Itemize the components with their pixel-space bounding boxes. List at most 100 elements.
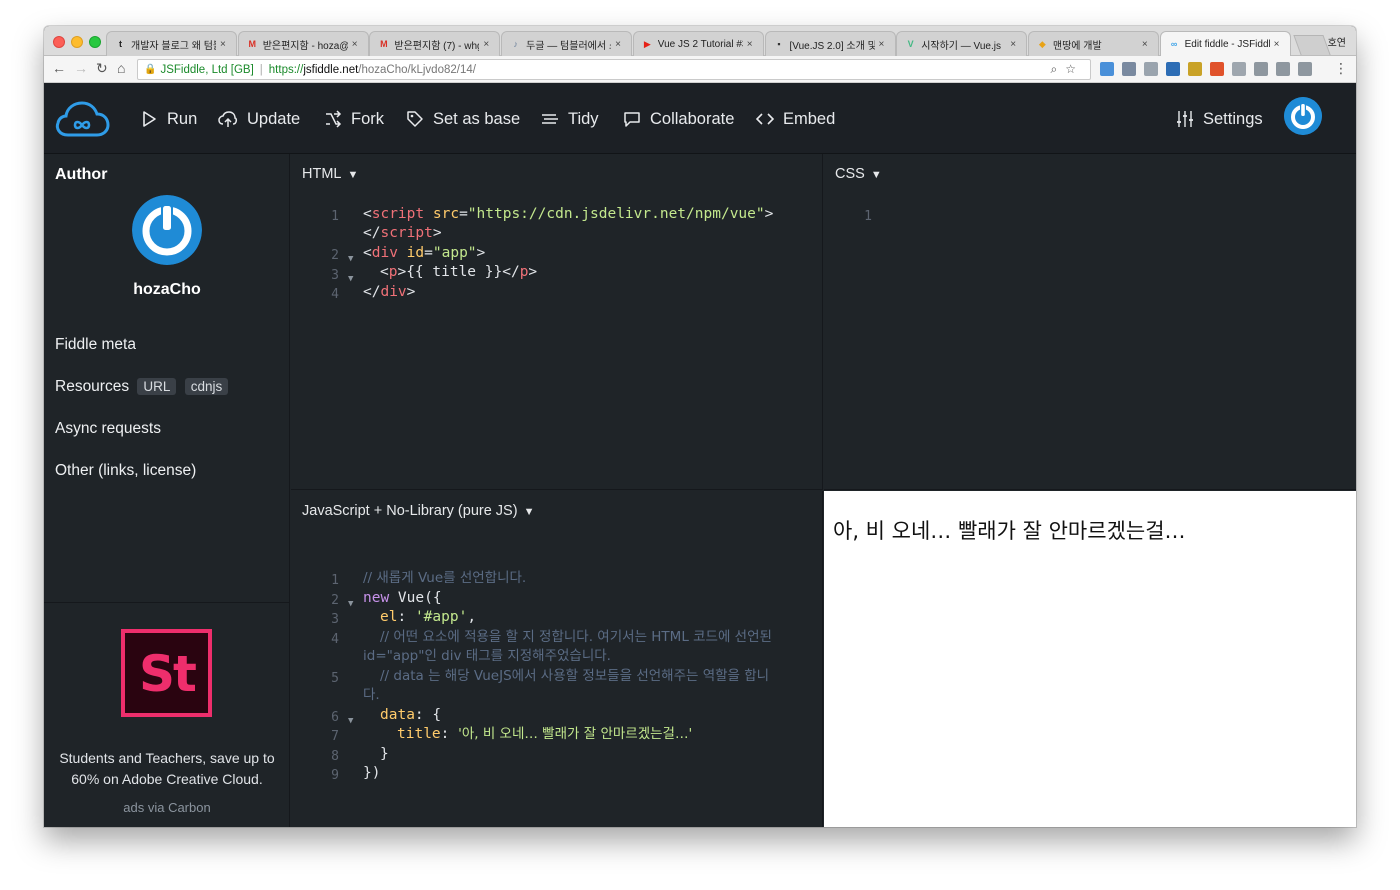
settings-label: Settings bbox=[1203, 109, 1263, 128]
html-panel[interactable]: HTML ▼ 1 2 3 4 ▼ ▼ <script src="https://c… bbox=[291, 154, 823, 490]
url-badge[interactable]: URL bbox=[137, 378, 177, 395]
extension-icon[interactable] bbox=[1144, 62, 1158, 76]
lock-icon: 🔒 bbox=[144, 64, 157, 75]
close-tab-icon[interactable]: × bbox=[615, 39, 625, 50]
close-tab-icon[interactable]: × bbox=[483, 39, 493, 50]
cdnjs-badge[interactable]: cdnjs bbox=[184, 378, 229, 395]
zoom-icon[interactable]: ⌕ bbox=[1051, 62, 1066, 76]
ads-via-carbon[interactable]: ads via Carbon bbox=[44, 800, 290, 815]
line-number: 2 bbox=[331, 593, 339, 608]
extension-icon[interactable] bbox=[1298, 62, 1312, 76]
browser-tab[interactable]: ▪ [Vue.JS 2.0] 소개 및 × bbox=[764, 31, 896, 56]
run-button[interactable]: Run bbox=[140, 109, 197, 129]
extension-icon[interactable] bbox=[1232, 62, 1246, 76]
line-number: 4 bbox=[331, 287, 339, 302]
reload-icon[interactable]: ↻ bbox=[96, 60, 108, 77]
author-username[interactable]: hozaCho bbox=[44, 281, 290, 299]
code-line: <p>{{ title }}</p> bbox=[380, 264, 538, 280]
home-icon[interactable]: ⌂ bbox=[117, 60, 125, 76]
avatar[interactable] bbox=[132, 195, 202, 265]
browser-menu-icon[interactable]: ⋮ bbox=[1334, 60, 1348, 77]
tab-title: [Vue.JS 2.0] 소개 및 bbox=[789, 40, 875, 52]
maximize-window-button[interactable] bbox=[89, 36, 101, 48]
close-tab-icon[interactable]: × bbox=[220, 39, 230, 50]
javascript-panel[interactable]: JavaScript + No-Library (pure JS) ▼ 1 2 3… bbox=[291, 491, 823, 827]
tab-title: Edit fiddle - JSFiddle bbox=[1184, 38, 1270, 50]
back-icon[interactable]: ← bbox=[52, 60, 66, 76]
close-tab-icon[interactable]: × bbox=[1274, 39, 1284, 50]
extension-icon[interactable] bbox=[1166, 62, 1180, 76]
result-panel[interactable]: 아, 비 오네… 빨래가 잘 안마르겠는걸… bbox=[824, 491, 1356, 827]
shield-icon: ◆ bbox=[1038, 38, 1046, 49]
code-line: data: { bbox=[380, 707, 442, 723]
result-title-text: 아, 비 오네… 빨래가 잘 안마르겠는걸… bbox=[833, 519, 1186, 543]
css-panel[interactable]: CSS ▼ 1 bbox=[824, 154, 1356, 490]
browser-tab[interactable]: ♪ 두글 — 텀블러에서 소스 × bbox=[501, 31, 633, 56]
close-window-button[interactable] bbox=[53, 36, 65, 48]
browser-tab[interactable]: ◆ 맨땅에 개발 × bbox=[1027, 31, 1159, 56]
login-power-icon[interactable] bbox=[1284, 97, 1322, 135]
url-scheme: https:// bbox=[268, 63, 304, 76]
close-tab-icon[interactable]: × bbox=[352, 39, 362, 50]
author-heading: Author bbox=[55, 166, 108, 183]
line-number: 3 bbox=[331, 268, 339, 283]
async-requests-link[interactable]: Async requests bbox=[55, 420, 161, 438]
adobe-stock-logo[interactable]: St bbox=[121, 629, 212, 717]
code-line: title: '아, 비 오네… 빨래가 잘 안마르겠는걸…' bbox=[397, 726, 693, 742]
line-number: 4 bbox=[331, 632, 339, 647]
tidy-button[interactable]: Tidy bbox=[541, 109, 599, 129]
extension-icon[interactable] bbox=[1122, 62, 1136, 76]
update-button[interactable]: Update bbox=[218, 109, 300, 129]
cloud-upload-icon bbox=[218, 111, 238, 127]
browser-tab[interactable]: ▶ Vue JS 2 Tutorial #3 × bbox=[632, 31, 764, 56]
css-code-editor[interactable]: 1 bbox=[824, 154, 1356, 490]
settings-button[interactable]: Settings bbox=[1176, 109, 1263, 129]
line-number: 9 bbox=[331, 768, 339, 783]
forward-icon[interactable]: → bbox=[74, 60, 88, 76]
new-tab-button[interactable] bbox=[1293, 35, 1331, 55]
line-number: 6 bbox=[331, 710, 339, 725]
extension-icon[interactable] bbox=[1100, 62, 1114, 76]
fold-arrow-icon[interactable]: ▼ bbox=[348, 595, 353, 615]
close-tab-icon[interactable]: × bbox=[879, 39, 889, 50]
browser-tab[interactable]: ∞ Edit fiddle - JSFiddle × bbox=[1159, 31, 1291, 56]
extension-icon[interactable] bbox=[1254, 62, 1268, 76]
extension-icon[interactable] bbox=[1210, 62, 1224, 76]
jsfiddle-icon: ∞ bbox=[1170, 38, 1178, 49]
fold-arrow-icon[interactable]: ▼ bbox=[348, 270, 353, 290]
browser-tab[interactable]: M 받은편지함 - hoza@te × bbox=[237, 31, 369, 56]
address-bar[interactable]: 🔒 JSFiddle, Ltd [GB] | https://jsfiddle.… bbox=[137, 59, 1091, 80]
jsfiddle-logo-icon[interactable] bbox=[54, 99, 110, 139]
bookmark-star-icon[interactable]: ☆ bbox=[1065, 62, 1084, 76]
close-tab-icon[interactable]: × bbox=[1010, 39, 1020, 50]
url-host: jsfiddle.net bbox=[303, 63, 359, 76]
browser-tab[interactable]: t 개발자 블로그 왜 텀블러 × bbox=[106, 31, 237, 56]
sidebar: Author hozaCho Fiddle meta Resources URL… bbox=[44, 154, 290, 827]
html-code-editor[interactable]: 1 2 3 4 ▼ ▼ <script src="https://cdn.jsd… bbox=[291, 154, 823, 490]
embed-label: Embed bbox=[783, 109, 836, 128]
ad-text[interactable]: Students and Teachers, save up to 60% on… bbox=[44, 748, 290, 790]
tag-icon bbox=[407, 111, 423, 127]
close-tab-icon[interactable]: × bbox=[1142, 39, 1152, 50]
set-as-base-button[interactable]: Set as base bbox=[406, 109, 520, 129]
javascript-code-editor[interactable]: 1 2 3 4 5 6 7 8 9 ▼ ▼ // 새롭게 Vue를 선언합니다.… bbox=[291, 491, 823, 827]
collaborate-button[interactable]: Collaborate bbox=[623, 109, 734, 129]
line-number: 1 bbox=[331, 209, 339, 224]
profile-name[interactable]: 호연 bbox=[1328, 34, 1346, 49]
adobe-stock-logo-text: St bbox=[139, 645, 197, 703]
browser-tab[interactable]: V 시작하기 — Vue.js × bbox=[896, 31, 1028, 56]
browser-tab[interactable]: M 받은편지함 (7) - whgh × bbox=[369, 31, 501, 56]
fiddle-meta-link[interactable]: Fiddle meta bbox=[55, 336, 136, 354]
other-links-license-link[interactable]: Other (links, license) bbox=[55, 462, 196, 480]
close-tab-icon[interactable]: × bbox=[747, 39, 757, 50]
fold-arrow-icon[interactable]: ▼ bbox=[348, 712, 353, 732]
line-number: 1 bbox=[864, 209, 872, 224]
embed-button[interactable]: Embed bbox=[756, 109, 835, 129]
extension-icon[interactable] bbox=[1276, 62, 1290, 76]
fork-button[interactable]: Fork bbox=[324, 109, 384, 129]
fold-arrow-icon[interactable]: ▼ bbox=[348, 250, 353, 270]
resources-link[interactable]: Resources URL cdnjs bbox=[55, 378, 229, 396]
minimize-window-button[interactable] bbox=[71, 36, 83, 48]
extension-icon[interactable] bbox=[1188, 62, 1202, 76]
code-comment: // 새롭게 Vue를 선언합니다. bbox=[363, 570, 527, 586]
